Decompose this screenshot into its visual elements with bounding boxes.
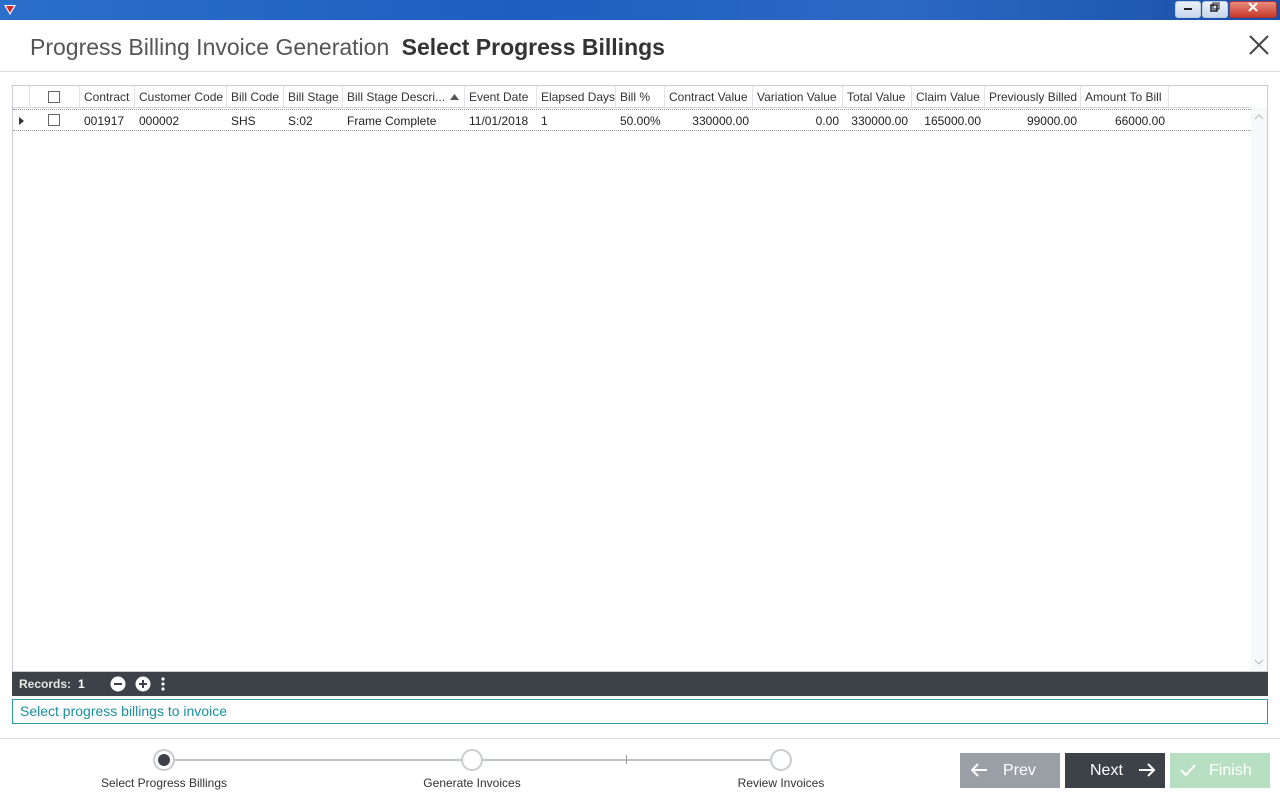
grid-header: Contract Customer Code Bill Code Bill St… (13, 86, 1251, 108)
wizard-footer: Select Progress Billings Generate Invoic… (0, 738, 1280, 800)
step-divider (626, 755, 627, 764)
column-header-amount-to-bill[interactable]: Amount To Bill (1081, 86, 1169, 108)
cell-previously-billed: 99000.00 (1026, 114, 1077, 128)
cell-bill-code: SHS (231, 114, 256, 128)
step-connector (164, 759, 472, 761)
add-row-icon[interactable] (135, 676, 151, 692)
grid-status-bar: Records: 1 (12, 672, 1268, 696)
step-dot-generate-invoices[interactable] (461, 749, 483, 771)
row-indicator-icon (19, 117, 24, 125)
checkmark-icon (1180, 764, 1196, 777)
page-title-text: Progress Billing Invoice Generation (30, 34, 390, 60)
row-select-checkbox[interactable] (48, 114, 60, 126)
column-header-contract-value[interactable]: Contract Value (665, 86, 753, 108)
next-button-label: Next (1090, 762, 1123, 779)
step-label-select-progress-billings: Select Progress Billings (100, 776, 228, 790)
column-header-claim-value[interactable]: Claim Value (912, 86, 985, 108)
scroll-up-icon (1254, 114, 1264, 120)
column-header-bill-stage-description[interactable]: Bill Stage Descri... (343, 86, 465, 108)
column-header-bill-stage[interactable]: Bill Stage (284, 86, 343, 108)
cell-event-date: 11/01/2018 (469, 114, 529, 128)
cell-bill-stage: S:02 (288, 114, 313, 128)
page-subtitle: Select Progress Billings (401, 34, 665, 60)
vertical-scrollbar[interactable] (1251, 108, 1267, 671)
column-header-event-date[interactable]: Event Date (465, 86, 537, 108)
column-header-bill-code[interactable]: Bill Code (227, 86, 284, 108)
minimize-icon (1184, 8, 1192, 10)
prev-button[interactable]: Prev (960, 753, 1060, 788)
step-label-review-invoices: Review Invoices (737, 776, 825, 790)
cell-customer-code: 000002 (139, 114, 180, 128)
cell-contract-value: 330000.00 (692, 114, 749, 128)
next-button[interactable]: Next (1065, 753, 1165, 788)
cell-claim-value: 165000.00 (924, 114, 981, 128)
column-header-total-value[interactable]: Total Value (843, 86, 912, 108)
select-all-checkbox[interactable] (48, 91, 60, 103)
billings-grid: Contract Customer Code Bill Code Bill St… (12, 85, 1268, 672)
more-options-icon[interactable] (159, 676, 167, 692)
step-dot-select-progress-billings[interactable] (153, 749, 175, 771)
restore-button[interactable] (1202, 1, 1228, 18)
window-title-bar (0, 0, 1280, 20)
app-logo-icon (4, 5, 16, 15)
restore-icon (1210, 2, 1220, 12)
arrow-right-icon (1139, 763, 1156, 777)
arrow-left-icon (970, 763, 987, 777)
cell-bill-stage-description: Frame Complete (347, 114, 437, 128)
table-row[interactable]: 001917 000002 SHS S:02 Frame Complete 11… (13, 109, 1251, 131)
cell-contract: 001917 (84, 114, 125, 128)
page-header: Progress Billing Invoice Generation Sele… (0, 20, 1280, 72)
step-dot-review-invoices[interactable] (770, 749, 792, 771)
cell-elapsed-days: 1 (541, 114, 548, 128)
column-header-customer-code[interactable]: Customer Code (135, 86, 227, 108)
cell-variation-value: 0.00 (815, 114, 839, 128)
cell-amount-to-bill: 66000.00 (1114, 114, 1165, 128)
window-close-button[interactable] (1229, 1, 1277, 18)
records-label: Records: (19, 677, 72, 691)
scroll-down-icon (1254, 659, 1264, 665)
row-indicator-header (13, 86, 30, 108)
prev-button-label: Prev (1003, 762, 1036, 779)
cell-bill-percent: 50.00% (620, 114, 661, 128)
column-header-bill-percent[interactable]: Bill % (616, 86, 665, 108)
column-header-bill-stage-description-label: Bill Stage Descri... (347, 90, 446, 104)
column-header-previously-billed[interactable]: Previously Billed (985, 86, 1081, 108)
step-label-generate-invoices: Generate Invoices (423, 776, 521, 790)
column-header-elapsed-days[interactable]: Elapsed Days (537, 86, 616, 108)
finish-button[interactable]: Finish (1170, 753, 1270, 788)
minimize-button[interactable] (1175, 1, 1201, 18)
column-header-variation-value[interactable]: Variation Value (753, 86, 843, 108)
records-count: 1 (78, 677, 85, 691)
window-close-icon (1248, 2, 1258, 12)
sort-ascending-icon (450, 94, 459, 100)
instruction-hint: Select progress billings to invoice (12, 699, 1268, 724)
finish-button-label: Finish (1209, 762, 1252, 779)
page-title: Progress Billing Invoice Generation Sele… (30, 34, 665, 61)
close-icon[interactable] (1246, 32, 1272, 58)
column-header-contract[interactable]: Contract (80, 86, 135, 108)
cell-total-value: 330000.00 (851, 114, 908, 128)
remove-row-icon[interactable] (110, 676, 126, 692)
select-all-header (30, 86, 80, 108)
